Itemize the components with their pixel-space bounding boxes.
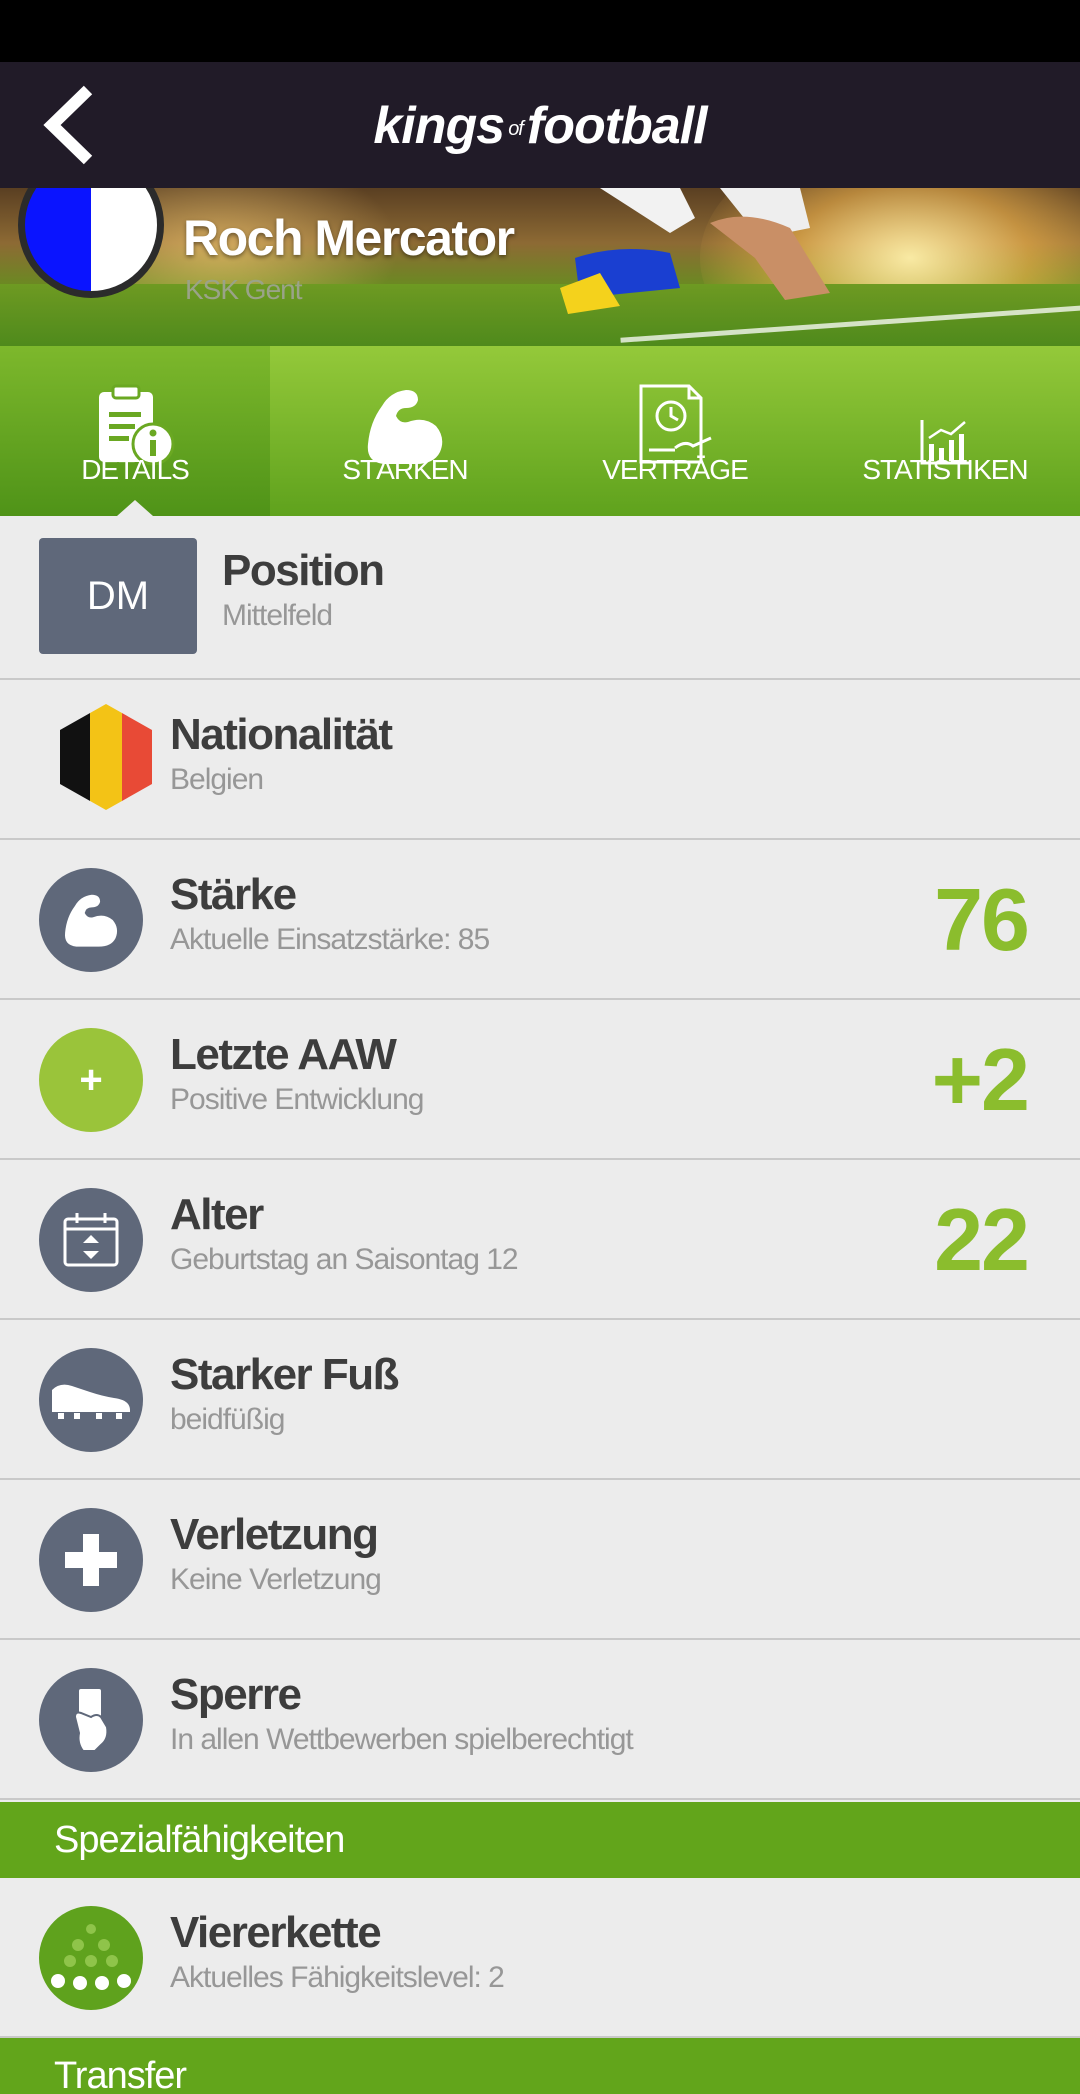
special-ability-title: Viererkette <box>170 1908 382 1957</box>
strength-title: Stärke <box>170 870 297 919</box>
active-tab-indicator <box>117 500 153 516</box>
age-title: Alter <box>170 1190 264 1239</box>
plus-circle-icon: + <box>39 1028 143 1132</box>
age-row: Alter Geburtstag an Saisontag 12 22 <box>0 1160 1080 1320</box>
player-photo <box>560 188 830 314</box>
last-aaw-row: + Letzte AAW Positive Entwicklung +2 <box>0 1000 1080 1160</box>
special-abilities-header: Spezialfähigkeiten <box>0 1802 1080 1878</box>
special-ability-level: Aktuelles Fähigkeitslevel: 2 <box>170 1961 505 1994</box>
player-name: Roch Mercator <box>183 210 515 266</box>
position-title: Position <box>222 546 385 595</box>
app-logo: kings offootball <box>0 98 1080 157</box>
tab-details-label: DETAILS <box>81 454 190 485</box>
belgium-flag-icon <box>60 704 152 810</box>
last-aaw-title: Letzte AAW <box>170 1030 397 1079</box>
strength-subtitle: Aktuelle Einsatzstärke: 85 <box>170 923 490 956</box>
calendar-icon <box>39 1188 143 1292</box>
strong-foot-value: beidfüßig <box>170 1403 285 1436</box>
tab-vertraege[interactable]: VERTRÄGE <box>540 346 810 516</box>
logo-football: football <box>526 97 708 155</box>
tab-vertraege-label: VERTRÄGE <box>602 454 749 485</box>
injury-value: Keine Verletzung <box>170 1563 382 1596</box>
strength-icon <box>39 868 143 972</box>
strong-foot-title: Starker Fuß <box>170 1350 400 1399</box>
strength-value: 76 <box>934 870 1030 969</box>
tab-statistiken[interactable]: STATISTIKEN <box>810 346 1080 516</box>
strong-foot-row: Starker Fuß beidfüßig <box>0 1320 1080 1480</box>
injury-title: Verletzung <box>170 1510 379 1559</box>
position-badge: DM <box>39 538 197 654</box>
tab-statistiken-label: STATISTIKEN <box>862 454 1028 485</box>
football-boot-icon <box>39 1348 143 1452</box>
club-name[interactable]: KSK Gent <box>185 274 303 306</box>
special-ability-row[interactable]: Viererkette Aktuelles Fähigkeitslevel: 2 <box>0 1878 1080 2038</box>
logo-of: of <box>508 118 524 141</box>
nationality-title: Nationalität <box>170 710 393 759</box>
suspension-row: Sperre In allen Wettbewerben spielberech… <box>0 1640 1080 1800</box>
logo-kings: kings <box>373 97 505 155</box>
last-aaw-value: +2 <box>931 1030 1030 1129</box>
player-banner: Roch Mercator KSK Gent <box>0 188 1080 346</box>
position-row: DM Position Mittelfeld <box>0 516 1080 680</box>
nationality-value: Belgien <box>170 763 264 796</box>
tab-staerken-label: STÄRKEN <box>342 454 468 485</box>
position-value: Mittelfeld <box>222 599 333 632</box>
tab-details[interactable]: DETAILS <box>0 346 270 516</box>
status-bar <box>0 0 1080 62</box>
last-aaw-subtitle: Positive Entwicklung <box>170 1083 424 1116</box>
tab-staerken[interactable]: STÄRKEN <box>270 346 540 516</box>
age-value: 22 <box>934 1190 1030 1289</box>
suspension-title: Sperre <box>170 1670 302 1719</box>
suspension-value: In allen Wettbewerben spielberechtigt <box>170 1723 634 1756</box>
strength-row: Stärke Aktuelle Einsatzstärke: 85 76 <box>0 840 1080 1000</box>
referee-card-icon <box>39 1668 143 1772</box>
injury-row: Verletzung Keine Verletzung <box>0 1480 1080 1640</box>
nationality-row: Nationalität Belgien <box>0 680 1080 840</box>
tab-bar: DETAILS STÄRKEN VERTRÄGE STATISTIKEN <box>0 346 1080 516</box>
medical-cross-icon <box>39 1508 143 1612</box>
transfer-header: Transfer <box>0 2038 1080 2094</box>
formation-dots-icon <box>39 1906 143 2010</box>
app-header: kings offootball <box>0 62 1080 188</box>
age-subtitle: Geburtstag an Saisontag 12 <box>170 1243 519 1276</box>
